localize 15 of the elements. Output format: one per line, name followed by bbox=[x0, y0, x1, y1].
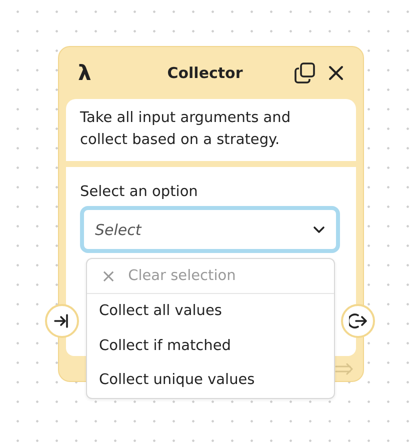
field-label: Select an option bbox=[80, 184, 199, 200]
menu-option[interactable]: Collect if matched bbox=[87, 328, 334, 363]
close-icon[interactable] bbox=[328, 65, 344, 81]
select-field[interactable]: Select bbox=[80, 206, 340, 253]
output-port[interactable] bbox=[341, 304, 375, 338]
menu-option[interactable]: Collect unique values bbox=[87, 363, 334, 398]
lambda-icon: λ bbox=[78, 62, 118, 84]
enter-icon bbox=[53, 312, 71, 330]
copy-icon[interactable] bbox=[294, 62, 316, 84]
exit-icon bbox=[349, 312, 367, 330]
chevron-down-icon[interactable] bbox=[313, 226, 325, 234]
node-description: Take all input arguments and collect based on a strategy. bbox=[80, 109, 292, 150]
input-port[interactable] bbox=[45, 304, 79, 338]
menu-option[interactable]: Collect all values bbox=[87, 294, 334, 328]
node-title: Collector bbox=[166, 64, 244, 82]
